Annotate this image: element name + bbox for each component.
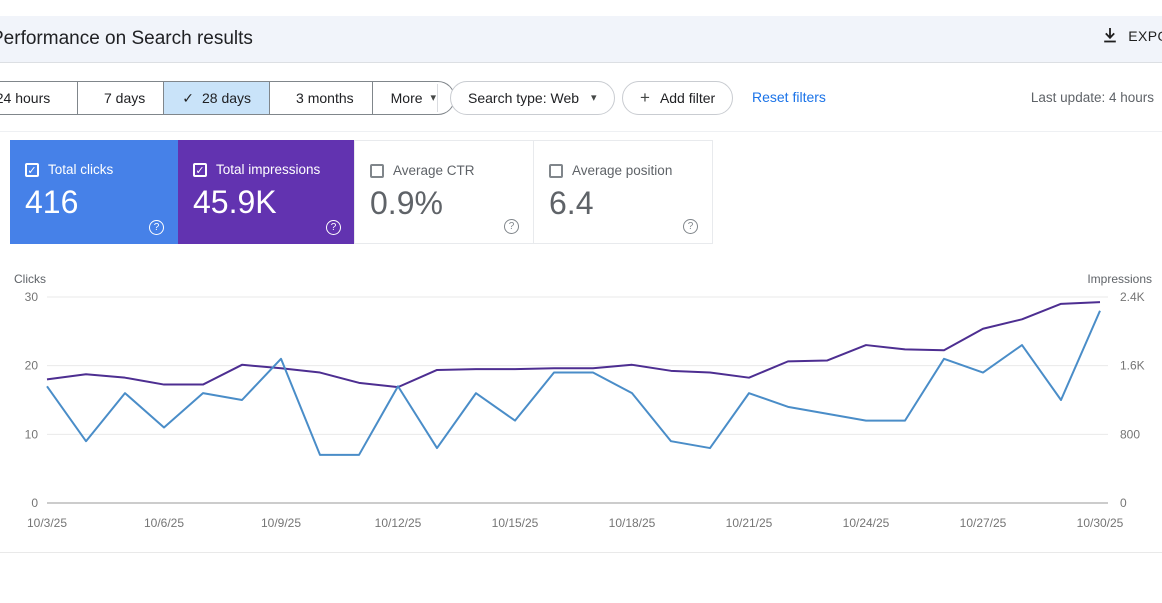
svg-text:10/21/25: 10/21/25 [726,516,773,530]
metric-label: Average CTR [393,163,475,178]
date-range-label: 24 hours [0,90,51,106]
date-range-7-days[interactable]: 7 days [78,81,165,115]
metric-value: 0.9% [370,185,443,221]
filter-bar: 24 hours 7 days ✓ 28 days 3 months More … [0,81,1162,115]
page-title: Performance on Search results [0,28,253,49]
svg-text:Impressions: Impressions [1087,272,1152,286]
date-range-3-months[interactable]: 3 months [270,81,373,115]
last-update-text: Last update: 4 hours [1030,90,1154,105]
help-icon[interactable]: ? [149,220,164,235]
svg-text:10/12/25: 10/12/25 [375,516,422,530]
download-icon [1104,28,1117,43]
metric-cards: ✓ Total clicks 416 ? ✓ Total impressions… [10,140,713,244]
chevron-down-icon: ▾ [591,91,597,104]
total-impressions-card[interactable]: ✓ Total impressions 45.9K ? [178,140,355,244]
section-divider [0,131,1162,132]
svg-text:10/18/25: 10/18/25 [609,516,656,530]
filter-divider [437,84,438,112]
total-clicks-card[interactable]: ✓ Total clicks 416 ? [10,140,178,244]
date-range-label: 7 days [104,90,146,106]
date-range-label: 28 days [201,90,252,106]
add-filter-button[interactable]: + Add filter [622,81,734,115]
svg-text:30: 30 [25,290,39,304]
average-ctr-checkbox[interactable] [370,163,384,178]
svg-text:10/27/25: 10/27/25 [960,516,1007,530]
svg-text:10: 10 [25,427,39,441]
metric-value: 6.4 [549,185,594,221]
total-impressions-checkbox[interactable]: ✓ [193,162,207,177]
svg-text:Clicks: Clicks [14,272,46,286]
search-type-label: Search type: Web [468,90,580,106]
svg-text:10/9/25: 10/9/25 [261,516,301,530]
svg-text:10/6/25: 10/6/25 [144,516,184,530]
page-header: Performance on Search results EXPORT [0,16,1162,63]
plus-icon: + [640,88,650,107]
svg-text:10/24/25: 10/24/25 [843,516,890,530]
svg-text:0: 0 [1120,496,1127,510]
svg-text:0: 0 [31,496,38,510]
search-type-dropdown[interactable]: Search type: Web ▾ [450,81,615,115]
metric-value: 416 [25,184,79,220]
date-range-more-menu[interactable]: More ▾ [372,81,456,115]
date-range-selector: 24 hours 7 days ✓ 28 days 3 months More … [0,81,456,115]
metric-label: Average position [572,163,673,178]
date-range-label: More [390,90,423,106]
svg-text:10/30/25: 10/30/25 [1077,516,1124,530]
export-button[interactable]: EXPORT [1102,27,1162,45]
chevron-down-icon: ▾ [430,91,437,104]
svg-text:2.4K: 2.4K [1120,290,1145,304]
date-range-24-hours[interactable]: 24 hours [0,81,78,115]
svg-text:10/15/25: 10/15/25 [492,516,539,530]
average-ctr-card[interactable]: Average CTR 0.9% ? [354,140,534,244]
average-position-card[interactable]: Average position 6.4 ? [533,140,713,244]
add-filter-label: Add filter [659,90,716,106]
svg-text:20: 20 [25,359,39,373]
average-position-checkbox[interactable] [549,163,563,178]
reset-filters-link[interactable]: Reset filters [752,89,826,105]
svg-text:800: 800 [1120,427,1140,441]
total-clicks-checkbox[interactable]: ✓ [25,162,39,177]
performance-line-chart: 0 0 10 800 20 1.6K 30 2.4K Clicks Impressions 10/3… [14,272,1152,530]
date-range-label: 3 months [296,90,354,106]
svg-text:1.6K: 1.6K [1120,359,1145,373]
export-label: EXPORT [1128,28,1162,44]
help-icon[interactable]: ? [326,220,341,235]
metric-label: Total clicks [48,162,114,177]
check-icon: ✓ [182,89,194,106]
metric-label: Total impressions [216,162,321,177]
svg-text:10/3/25: 10/3/25 [27,516,67,530]
metric-value: 45.9K [193,184,277,220]
performance-report-page: Performance on Search results EXPORT 24 … [0,0,1162,603]
bottom-divider [0,552,1162,553]
date-range-28-days[interactable]: ✓ 28 days [164,81,271,115]
help-icon[interactable]: ? [683,219,698,234]
help-icon[interactable]: ? [504,219,519,234]
